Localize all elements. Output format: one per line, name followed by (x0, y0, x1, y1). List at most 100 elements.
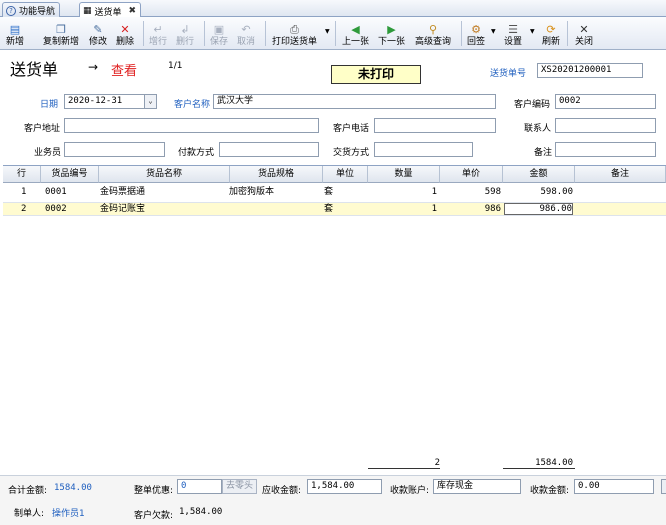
tab-delivery-note[interactable]: ▦ 送货单 ✖ (79, 2, 142, 18)
received-field[interactable]: 0.00 (574, 479, 654, 494)
maker-value: 操作员1 (52, 509, 85, 519)
maker-label: 制单人: (14, 509, 45, 519)
next-button[interactable]: ▶ 下一张 (378, 20, 405, 48)
add-row-icon: ↵ (153, 23, 163, 36)
print-status-badge: 未打印 (331, 65, 421, 84)
copy-new-button[interactable]: ❐ 复制新增 (43, 20, 79, 48)
contact-label: 联系人 (524, 124, 552, 134)
doc-no-field[interactable]: XS20201200001 (537, 63, 643, 78)
separator (335, 21, 336, 46)
customer-name-field[interactable]: 武汉大学 (213, 94, 496, 109)
payment-field[interactable] (219, 142, 319, 157)
account-field[interactable]: 库存现金 (433, 479, 521, 494)
items-table: 行 货品编号 货品名称 货品规格 单位 数量 单价 金额 备注 1 0001 金… (3, 165, 666, 473)
refresh-icon: ⟳ (546, 23, 556, 36)
cancel-button[interactable]: ↶ 取消 (237, 20, 255, 48)
column-header[interactable]: 金额 (503, 166, 575, 183)
close-icon: ✕ (579, 23, 589, 36)
column-header[interactable]: 货品名称 (99, 166, 230, 183)
delivery-field[interactable] (374, 142, 473, 157)
discount-label: 整单优惠: (134, 486, 174, 496)
table-row-selected[interactable]: 2 0002 金码记账宝 套 1 986 986.00 (3, 203, 666, 215)
contact-field[interactable] (555, 118, 656, 133)
receivable-field[interactable]: 1,584.00 (307, 479, 382, 494)
prev-button[interactable]: ◀ 上一张 (342, 20, 369, 48)
separator (143, 21, 144, 46)
help-icon: ? (6, 5, 16, 16)
total-label: 合计金额: (8, 486, 48, 496)
close-button[interactable]: ✕ 关闭 (575, 20, 593, 48)
add-row-button[interactable]: ↵ 增行 (149, 20, 167, 48)
chevron-down-icon[interactable]: ▼ (530, 28, 535, 35)
salesman-label: 业务员 (34, 148, 62, 158)
address-label: 客户地址 (24, 124, 61, 134)
account-label: 收款账户: (390, 486, 430, 496)
column-header[interactable]: 单位 (323, 166, 368, 183)
column-header[interactable]: 备注 (575, 166, 666, 183)
save-icon: ▣ (213, 23, 225, 36)
refresh-button[interactable]: ⟳ 刷新 (542, 20, 560, 48)
chevron-down-icon[interactable]: ⌄ (144, 95, 156, 108)
view-mode-label: 查看 (111, 64, 138, 79)
separator (461, 21, 462, 46)
discount-field[interactable]: 0 (177, 479, 222, 494)
delete-row-button[interactable]: ↲ 删行 (176, 20, 194, 48)
close-tab-icon[interactable]: ✖ (129, 6, 137, 16)
tab-bar: ? 功能导航 ▦ 送货单 ✖ (0, 0, 666, 18)
separator (567, 21, 568, 46)
date-label: 日期 (40, 100, 59, 110)
remark-field[interactable] (555, 142, 656, 157)
save-button[interactable]: ▣ 保存 (210, 20, 228, 48)
column-header[interactable]: 数量 (368, 166, 440, 183)
delete-button[interactable]: ✕ 删除 (116, 20, 134, 48)
edit-icon: ✎ (93, 23, 103, 36)
debt-label: 客户欠款: (134, 511, 174, 521)
customer-name-label: 客户名称 (174, 100, 211, 110)
total-value: 1584.00 (54, 483, 92, 493)
advanced-search-button[interactable]: ⚲ 高级查询 (415, 20, 451, 48)
round-off-button[interactable]: 去零头 (222, 479, 257, 494)
page-counter: 1/1 (168, 61, 183, 71)
phone-label: 客户电话 (333, 124, 370, 134)
tab-function-nav[interactable]: ? 功能导航 (2, 2, 61, 17)
new-icon: ▤ (9, 23, 21, 36)
printer-icon: ⎙ (290, 23, 299, 36)
salesman-field[interactable] (64, 142, 165, 157)
receivable-label: 应收金额: (262, 486, 302, 496)
debt-value: 1,584.00 (179, 507, 223, 517)
column-header[interactable]: 货品编号 (41, 166, 99, 183)
delete-row-icon: ↲ (180, 23, 190, 36)
edit-button[interactable]: ✎ 修改 (89, 20, 107, 48)
customer-code-field[interactable]: 0002 (555, 94, 656, 109)
row-divider (3, 215, 666, 216)
settings-button[interactable]: ☰ 设置 (504, 20, 522, 48)
remark-label: 备注 (534, 148, 553, 158)
arrow-left-icon: ◀ (351, 23, 360, 36)
scroll-edge (661, 479, 666, 494)
review-button[interactable]: ⚙ 回签 (467, 20, 485, 48)
date-field[interactable]: 2020-12-31 ⌄ (64, 94, 157, 109)
copy-icon: ❐ (56, 23, 66, 36)
print-delivery-button[interactable]: ⎙ 打印送货单 (272, 20, 317, 48)
column-header[interactable]: 单价 (440, 166, 503, 183)
total-underline (503, 468, 575, 469)
amount-cell-editing[interactable]: 986.00 (504, 203, 573, 215)
address-field[interactable] (64, 118, 319, 133)
chevron-down-icon[interactable]: ▼ (325, 28, 330, 35)
page-title: 送货单 (10, 60, 59, 79)
review-icon: ⚙ (471, 23, 481, 36)
phone-field[interactable] (374, 118, 496, 133)
doc-no-label: 送货单号 (490, 69, 527, 79)
separator (265, 21, 266, 46)
chevron-down-icon[interactable]: ▼ (491, 28, 496, 35)
column-header[interactable]: 行 (3, 166, 41, 183)
search-icon: ⚲ (428, 23, 438, 36)
payment-label: 付款方式 (178, 148, 215, 158)
column-header[interactable]: 货品规格 (230, 166, 323, 183)
tab-label: 功能导航 (19, 7, 56, 17)
tab-label: 送货单 (94, 7, 122, 18)
toolbar: ▤ 新增 ❐ 复制新增 ✎ 修改 ✕ 删除 ↵ 增行 ↲ 删行 ▣ 保存 ↶ 取消 ⎙ 打印送货单… (0, 17, 666, 50)
settings-icon: ☰ (508, 23, 518, 36)
received-label: 收款金额: (530, 486, 570, 496)
new-button[interactable]: ▤ 新增 (6, 20, 24, 48)
